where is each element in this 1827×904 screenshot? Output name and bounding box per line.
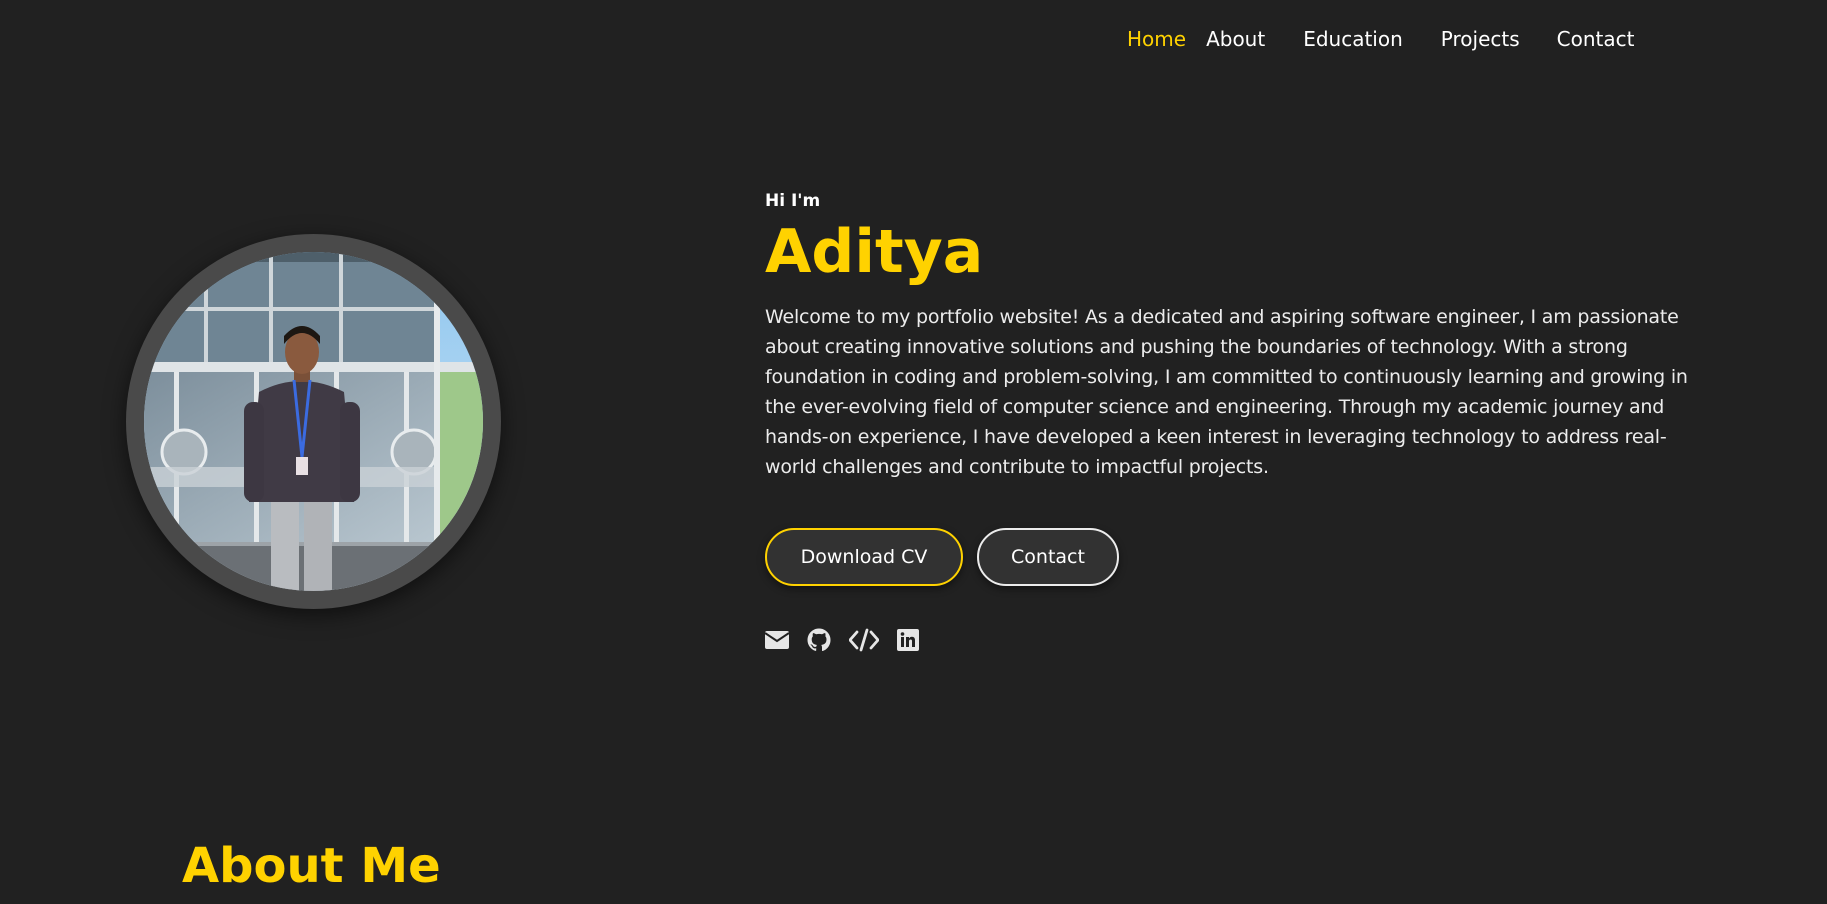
social-links [765, 628, 919, 652]
envelope-icon[interactable] [765, 631, 789, 649]
hero-buttons: Download CV Contact [765, 528, 1119, 586]
profile-picture-frame [126, 234, 501, 609]
greeting-text: Hi I'm [765, 191, 821, 211]
main-nav: Home About Education Projects Contact [1127, 24, 1634, 54]
hero-section: Hi I'm Aditya Welcome to my portfolio we… [765, 188, 1700, 482]
hero-name: Aditya [765, 217, 984, 287]
intro-paragraph: Welcome to my portfolio website! As a de… [765, 306, 1688, 478]
code-icon[interactable] [849, 628, 879, 652]
nav-about-link[interactable]: About [1206, 27, 1265, 51]
profile-photo-illustration [144, 252, 483, 591]
profile-photo [144, 252, 483, 591]
nav-contact-link[interactable]: Contact [1557, 27, 1635, 51]
linkedin-icon[interactable] [897, 629, 919, 651]
github-icon[interactable] [807, 628, 831, 652]
download-cv-button[interactable]: Download CV [765, 528, 963, 586]
contact-button[interactable]: Contact [977, 528, 1119, 586]
about-section-title: About Me [182, 838, 441, 894]
nav-home-link[interactable]: Home [1127, 27, 1186, 51]
nav-projects-link[interactable]: Projects [1441, 27, 1520, 51]
nav-education-link[interactable]: Education [1303, 27, 1403, 51]
